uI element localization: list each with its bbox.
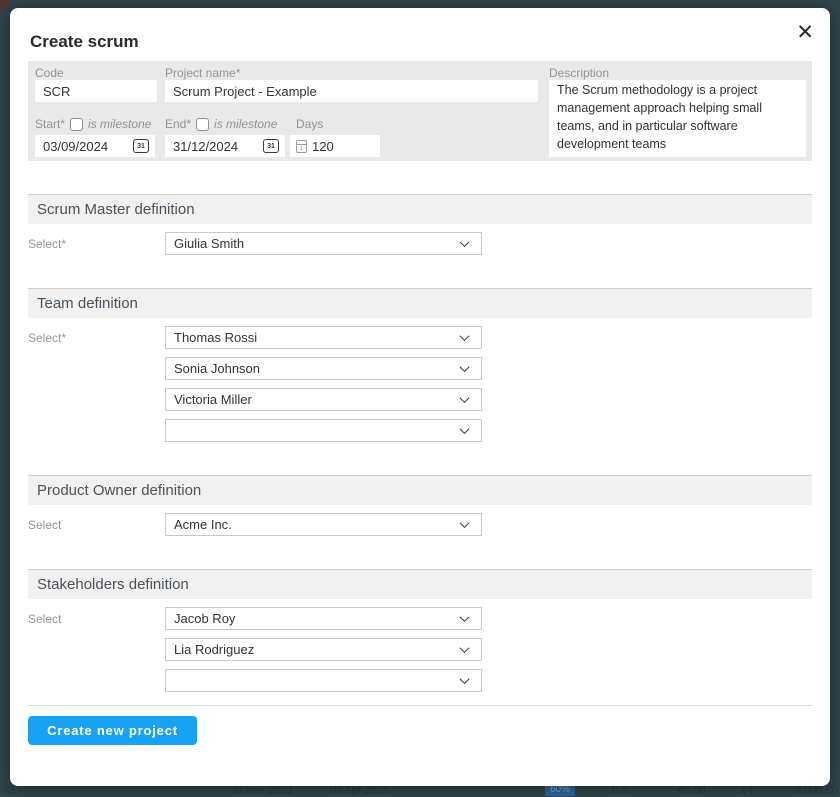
chevron-down-icon [460, 612, 470, 622]
dropdown[interactable]: Giulia Smith [165, 232, 482, 255]
project-name-label: Project name* [165, 66, 240, 80]
select-row: Select Acme Inc. [28, 513, 812, 536]
calendar-icon[interactable]: 31 [263, 139, 279, 153]
chevron-down-icon [460, 674, 470, 684]
chevron-down-icon [460, 237, 470, 247]
dropdown-value: Thomas Rossi [174, 330, 257, 345]
dropdown[interactable] [165, 419, 482, 442]
dropdown[interactable] [165, 669, 482, 692]
footer-divider [28, 705, 812, 706]
dropdown[interactable]: Victoria Miller [165, 388, 482, 411]
end-label-row: End* is milestone [165, 117, 277, 131]
calendar-icon[interactable]: 31 [133, 139, 149, 153]
days-input[interactable]: 1 120 [290, 135, 380, 157]
days-label: Days [296, 117, 323, 131]
create-new-project-button[interactable]: Create new project [28, 716, 197, 745]
section-title: Scrum Master definition [37, 201, 195, 218]
background-cell: 30 [2, 784, 14, 796]
select-row: Select Jacob Roy [28, 607, 812, 630]
dropdown[interactable]: Acme Inc. [165, 513, 482, 536]
end-date-input[interactable]: 31/12/2024 31 [165, 135, 285, 157]
chevron-down-icon [460, 424, 470, 434]
dropdown-value: Jacob Roy [174, 611, 235, 626]
select-row: Lia Rodriguez [28, 638, 812, 661]
dropdown[interactable]: Sonia Johnson [165, 357, 482, 380]
end-date-value: 31/12/2024 [173, 139, 238, 154]
form-section: Team definition Select* Thomas Rossi Son… [28, 288, 812, 442]
select-row [28, 669, 812, 692]
project-name-input[interactable] [165, 80, 538, 102]
code-label: Code [35, 66, 64, 80]
sections: Scrum Master definition Select* Giulia S… [28, 194, 812, 692]
chevron-down-icon [460, 518, 470, 528]
chevron-down-icon [460, 393, 470, 403]
modal-title: Create scrum [30, 32, 812, 52]
dropdown[interactable]: Jacob Roy [165, 607, 482, 630]
background-corner-accent [0, 0, 9, 9]
create-scrum-modal: ✕ Create scrum Code Project name* Descri… [10, 8, 830, 786]
dropdown-value: Sonia Johnson [174, 361, 260, 376]
select-row: Victoria Miller [28, 388, 812, 411]
form-section: Stakeholders definition Select Jacob Roy… [28, 569, 812, 692]
code-input[interactable] [35, 80, 157, 102]
days-value: 120 [312, 139, 334, 154]
description-label: Description [549, 66, 609, 80]
calendar-icon: 1 [296, 140, 307, 153]
select-row: Select* Giulia Smith [28, 232, 812, 255]
end-milestone-label: is milestone [214, 117, 277, 131]
start-label-row: Start* is milestone [35, 117, 151, 131]
start-date-value: 03/09/2024 [43, 139, 108, 154]
form-section: Product Owner definition Select Acme Inc… [28, 475, 812, 536]
project-details-panel: Code Project name* Description The Scrum… [28, 61, 812, 161]
close-icon[interactable]: ✕ [796, 22, 814, 43]
form-section: Scrum Master definition Select* Giulia S… [28, 194, 812, 255]
start-date-input[interactable]: 03/09/2024 31 [35, 135, 155, 157]
description-textarea[interactable]: The Scrum methodology is a project manag… [549, 80, 806, 157]
chevron-down-icon [460, 331, 470, 341]
section-title: Team definition [37, 295, 138, 312]
start-label: Start* [35, 117, 65, 131]
dropdown-value: Acme Inc. [174, 517, 232, 532]
select-row: Select* Thomas Rossi [28, 326, 812, 349]
dropdown-value: Giulia Smith [174, 236, 244, 251]
dropdown-value: Victoria Miller [174, 392, 252, 407]
end-milestone-checkbox[interactable] [196, 118, 209, 131]
section-title: Product Owner definition [37, 482, 201, 499]
select-label: Select* [28, 331, 165, 345]
dropdown[interactable]: Thomas Rossi [165, 326, 482, 349]
chevron-down-icon [460, 643, 470, 653]
chevron-down-icon [460, 362, 470, 372]
start-milestone-label: is milestone [88, 117, 151, 131]
section-title: Stakeholders definition [37, 576, 189, 593]
end-label: End* [165, 117, 191, 131]
select-label: Select [28, 518, 165, 532]
select-row: Sonia Johnson [28, 357, 812, 380]
select-row [28, 419, 812, 442]
start-milestone-checkbox[interactable] [70, 118, 83, 131]
select-label: Select [28, 612, 165, 626]
dropdown-value: Lia Rodriguez [174, 642, 254, 657]
dropdown[interactable]: Lia Rodriguez [165, 638, 482, 661]
select-label: Select* [28, 237, 165, 251]
